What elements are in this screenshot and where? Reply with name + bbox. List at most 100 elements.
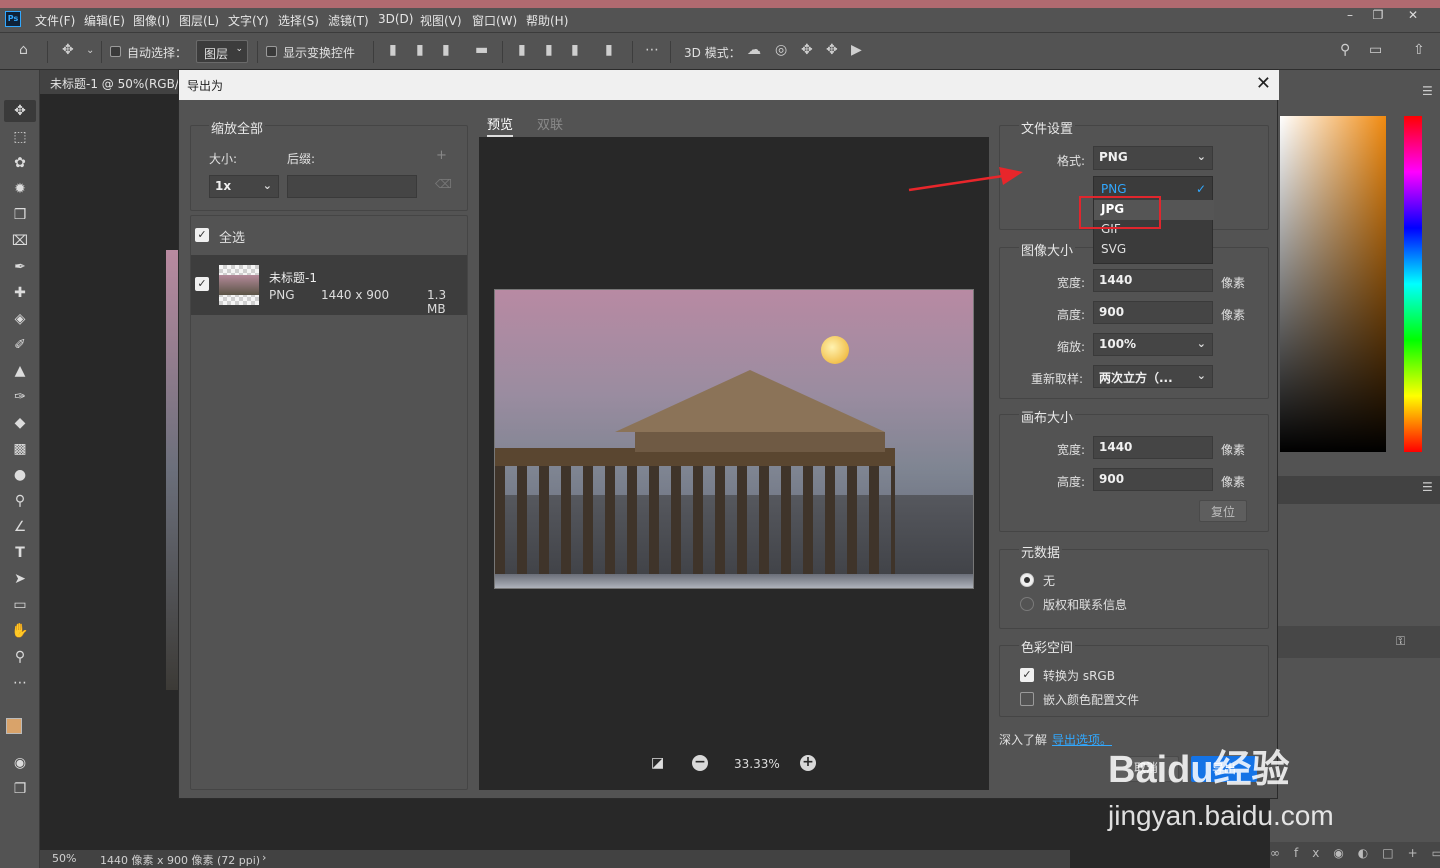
layer-actions-icon[interactable]: ∞fx◉◐□+▭	[1270, 846, 1440, 860]
type-tool-icon[interactable]: T	[10, 544, 30, 562]
quick-mask-icon[interactable]: ◉	[10, 754, 30, 772]
lasso-tool-icon[interactable]: ✿	[10, 154, 30, 172]
embed-profile-checkbox[interactable]	[1020, 692, 1034, 706]
auto-select-target-dropdown[interactable]: 图层 ⌄	[196, 40, 248, 63]
size-select[interactable]: 1x ⌄	[209, 175, 279, 198]
align-right-icon[interactable]: ▮	[442, 42, 450, 58]
align-top-icon[interactable]: ▮	[518, 42, 526, 58]
blur-tool-icon[interactable]: ●	[10, 466, 30, 484]
align-bottom-icon[interactable]: ▮	[571, 42, 579, 58]
suffix-input[interactable]	[287, 175, 417, 198]
image-height-input[interactable]: 900	[1093, 301, 1213, 324]
zoom-in-icon[interactable]: +	[800, 755, 816, 771]
history-brush-icon[interactable]: ✑	[10, 388, 30, 406]
eyedropper-tool-icon[interactable]: ✒	[10, 258, 30, 276]
menu-view[interactable]: 视图(V)	[420, 12, 462, 29]
paint-bucket-icon[interactable]: ◈	[10, 310, 30, 328]
path-select-icon[interactable]: ➤	[10, 570, 30, 588]
home-icon[interactable]: ⌂	[19, 42, 28, 58]
fit-screen-icon[interactable]: ◪	[651, 755, 664, 771]
chevron-down-icon[interactable]: ⌄	[86, 45, 94, 56]
move-tool-icon[interactable]: ✥	[10, 102, 30, 120]
hue-slider[interactable]	[1404, 116, 1422, 452]
gradient-tool-icon[interactable]: ▩	[10, 440, 30, 458]
panel-menu-icon[interactable]: ☰	[1422, 84, 1433, 98]
tab-preview[interactable]: 预览	[487, 114, 514, 137]
resample-select[interactable]: 两次立方（... ⌄	[1093, 365, 1213, 388]
export-options-link[interactable]: 导出选项。	[1052, 731, 1112, 748]
3d-camera-icon[interactable]: ▶	[851, 42, 862, 58]
rectangle-tool-icon[interactable]: ▭	[10, 596, 30, 614]
edit-toolbar-icon[interactable]: ⋯	[10, 674, 30, 692]
crop-tool-icon[interactable]: ❒	[10, 206, 30, 224]
convert-srgb-checkbox[interactable]: ✓	[1020, 668, 1034, 682]
marquee-tool-icon[interactable]: ⬚	[10, 128, 30, 146]
tab-two-up[interactable]: 双联	[537, 114, 563, 133]
menu-help[interactable]: 帮助(H)	[526, 12, 568, 29]
distribute-icon[interactable]: ▬	[475, 42, 488, 58]
document-tab[interactable]: 未标题-1 @ 50%(RGB/8#	[40, 70, 180, 94]
format-select[interactable]: PNG ⌄	[1093, 146, 1213, 170]
stamp-tool-icon[interactable]: ▲	[10, 362, 30, 380]
share-icon[interactable]: ⇧	[1413, 42, 1425, 58]
image-height-unit: 像素	[1221, 308, 1246, 322]
image-width-input[interactable]: 1440	[1093, 269, 1213, 292]
panel-menu-icon[interactable]: ☰	[1422, 480, 1433, 494]
brush-tool-icon[interactable]: ✐	[10, 336, 30, 354]
chevron-right-icon[interactable]: ›	[262, 851, 266, 864]
zoom-out-icon[interactable]: −	[692, 755, 708, 771]
foreground-color-swatch[interactable]	[6, 718, 22, 734]
menu-layer[interactable]: 图层(L)	[179, 12, 219, 29]
window-close-icon[interactable]: ✕	[1398, 8, 1428, 26]
hand-tool-icon[interactable]: ✋	[10, 622, 30, 640]
metadata-none-radio[interactable]	[1020, 573, 1034, 587]
3d-pan-icon[interactable]: ✥	[801, 42, 813, 58]
asset-checkbox[interactable]: ✓	[195, 277, 209, 291]
menu-window[interactable]: 窗口(W)	[472, 12, 517, 29]
minimize-icon[interactable]: –	[1335, 8, 1365, 26]
dodge-tool-icon[interactable]: ⚲	[10, 492, 30, 510]
metadata-copyright-radio[interactable]	[1020, 597, 1034, 611]
search-icon[interactable]: ⚲	[1340, 42, 1350, 58]
healing-brush-tool-icon[interactable]: ✚	[10, 284, 30, 302]
close-icon[interactable]: ✕	[1256, 73, 1271, 94]
show-transform-checkbox[interactable]	[266, 46, 277, 57]
workspace-icon[interactable]: ▭	[1369, 42, 1382, 58]
3d-rotate-icon[interactable]: ☁	[747, 42, 761, 58]
asset-row[interactable]: ✓ 未标题-1 PNG 1440 x 900 1.3 MB	[191, 255, 467, 316]
menu-edit[interactable]: 编辑(E)	[84, 12, 125, 29]
add-scale-icon[interactable]: +	[436, 148, 447, 163]
menu-file[interactable]: 文件(F)	[35, 12, 75, 29]
frame-tool-icon[interactable]: ⌧	[10, 232, 30, 250]
align-middle-icon[interactable]: ▮	[545, 42, 553, 58]
pen-tool-icon[interactable]: ∠	[10, 518, 30, 536]
more-icon[interactable]: ⋯	[645, 42, 659, 58]
align-left-icon[interactable]: ▮	[389, 42, 397, 58]
distribute-vertical-icon[interactable]: ▮	[605, 42, 613, 58]
auto-select-checkbox[interactable]	[110, 46, 121, 57]
menu-image[interactable]: 图像(I)	[133, 12, 170, 29]
format-option-svg[interactable]: SVG	[1094, 240, 1214, 260]
lock-icon[interactable]: ⚿	[1396, 634, 1405, 649]
3d-roll-icon[interactable]: ◎	[775, 42, 787, 58]
menu-filter[interactable]: 滤镜(T)	[328, 12, 369, 29]
chevron-down-icon: ⌄	[1196, 369, 1206, 382]
select-all-checkbox[interactable]: ✓	[195, 228, 209, 242]
scale-select[interactable]: 100% ⌄	[1093, 333, 1213, 356]
zoom-tool-icon[interactable]: ⚲	[10, 648, 30, 666]
screen-mode-icon[interactable]: ❐	[10, 780, 30, 798]
canvas-height-input[interactable]: 900	[1093, 468, 1213, 491]
color-picker-field[interactable]	[1280, 116, 1386, 452]
canvas-width-input[interactable]: 1440	[1093, 436, 1213, 459]
eraser-tool-icon[interactable]: ◆	[10, 414, 30, 432]
restore-icon[interactable]: ❐	[1363, 8, 1393, 26]
reset-button[interactable]: 复位	[1199, 500, 1247, 522]
trash-icon[interactable]: ⌫	[435, 177, 452, 191]
menu-select[interactable]: 选择(S)	[278, 12, 319, 29]
menu-type[interactable]: 文字(Y)	[228, 12, 269, 29]
menu-3d[interactable]: 3D(D)	[378, 12, 413, 26]
quick-select-tool-icon[interactable]: ✹	[10, 180, 30, 198]
3d-slide-icon[interactable]: ✥	[826, 42, 838, 58]
move-tool-icon[interactable]: ✥	[62, 42, 74, 58]
align-center-icon[interactable]: ▮	[416, 42, 424, 58]
